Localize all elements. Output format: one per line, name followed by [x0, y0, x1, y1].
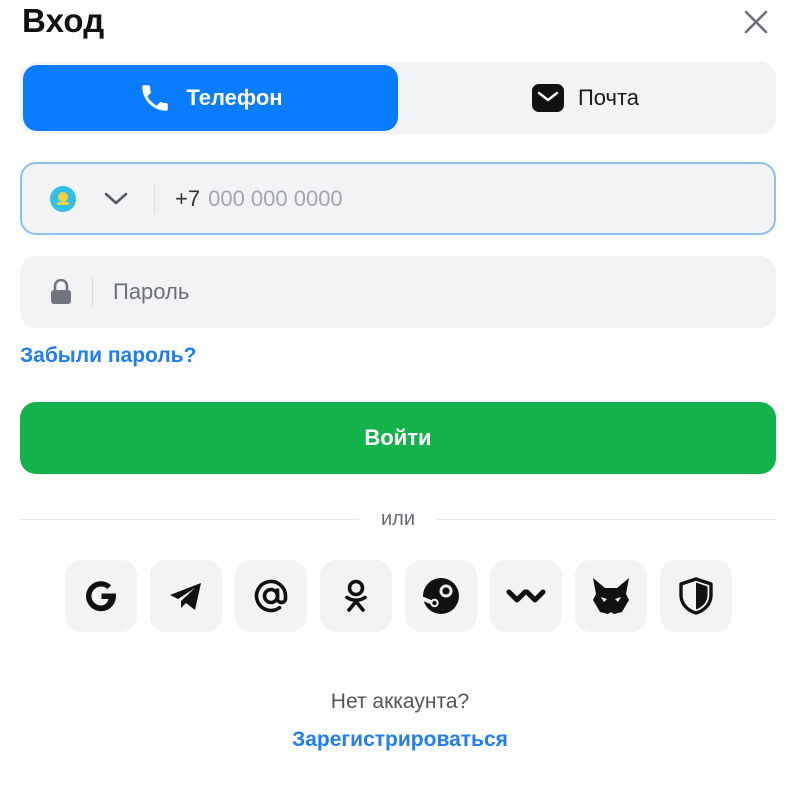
at-sign-icon: [254, 579, 288, 613]
country-dropdown[interactable]: [104, 192, 128, 206]
odnoklassniki-icon: [345, 579, 367, 612]
phone-prefix: +7: [175, 185, 201, 211]
field-divider: [154, 183, 155, 214]
login-button[interactable]: Войти: [20, 402, 776, 474]
close-icon: [744, 10, 768, 34]
telegram-login-button[interactable]: [150, 560, 222, 632]
close-button[interactable]: [740, 6, 772, 38]
tab-phone[interactable]: Телефон: [23, 65, 398, 131]
walletconnect-icon: [506, 589, 546, 603]
tab-email-label: Почта: [577, 85, 640, 110]
login-method-tabs: Телефон Почта: [20, 62, 776, 134]
phone-field: +7: [20, 162, 776, 235]
google-login-button[interactable]: [65, 560, 137, 632]
telegram-icon: [170, 583, 201, 610]
page-title: Вход: [22, 2, 105, 39]
kazakhstan-flag-icon[interactable]: [50, 185, 76, 212]
chevron-down-icon: [104, 192, 128, 204]
tab-phone-label: Телефон: [186, 85, 283, 110]
google-icon: [86, 581, 117, 612]
mail-login-button[interactable]: [235, 560, 307, 632]
tab-email[interactable]: Почта: [398, 65, 773, 131]
forgot-password-link[interactable]: Забыли пароль?: [20, 344, 196, 368]
steam-icon: [421, 578, 459, 614]
password-input[interactable]: [113, 279, 713, 305]
separator-line: [437, 518, 777, 520]
separator-line: [20, 518, 359, 520]
lock-icon: [50, 279, 72, 305]
shield-icon: [679, 577, 713, 615]
or-separator: или: [20, 505, 777, 533]
field-divider: [92, 277, 93, 307]
walletconnect-login-button[interactable]: [490, 560, 562, 632]
password-field: [20, 256, 776, 328]
mail-icon: [531, 84, 564, 112]
separator-text: или: [381, 507, 416, 530]
social-login-list: [65, 560, 732, 632]
no-account-text: Нет аккаунта?: [330, 690, 470, 713]
fox-icon: [593, 578, 629, 614]
phone-icon: [142, 85, 169, 111]
phone-input[interactable]: [208, 185, 659, 212]
odnoklassniki-login-button[interactable]: [320, 560, 392, 632]
steam-login-button[interactable]: [405, 560, 477, 632]
metamask-login-button[interactable]: [575, 560, 647, 632]
register-link[interactable]: Зарегистрироваться: [0, 728, 800, 752]
shield-login-button[interactable]: [660, 560, 732, 632]
